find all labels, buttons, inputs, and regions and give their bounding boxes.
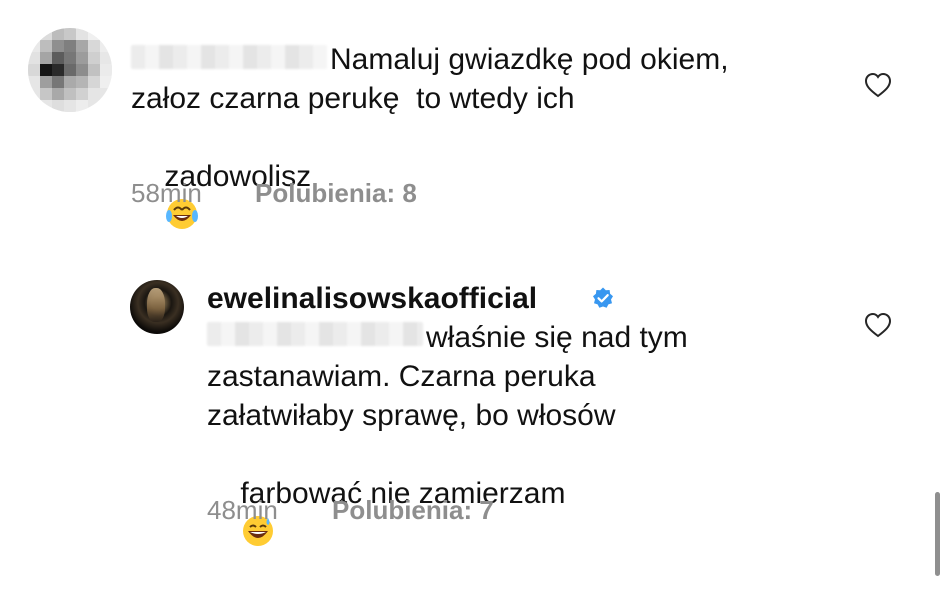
reply-text-line-3: załatwiłaby sprawę, bo włosów (207, 399, 616, 432)
comment-text-line-2: załoz czarna perukę to wtedy ich (131, 82, 575, 115)
avatar[interactable] (130, 280, 184, 334)
comment-likes-button[interactable]: Polubienia: 8 (255, 178, 417, 209)
reply-text-line-1: właśnie się nad tym (426, 321, 688, 354)
scrollbar[interactable] (935, 492, 940, 576)
blurred-username[interactable] (131, 45, 327, 69)
verified-badge-icon (593, 287, 613, 308)
blurred-avatar[interactable] (28, 28, 112, 112)
heart-outline-icon[interactable] (863, 71, 893, 99)
blurred-mention[interactable] (207, 322, 423, 346)
reply-likes-button[interactable]: Polubienia: 7 (332, 495, 494, 526)
heart-outline-icon[interactable] (863, 311, 893, 339)
comment-time: 58min (131, 178, 202, 208)
reply-author[interactable]: ewelinalisowskaofficial (207, 282, 537, 316)
reply-time: 48min (207, 495, 278, 525)
reply-text-line-2: zastanawiam. Czarna peruka (207, 360, 596, 393)
comment-text-line-1: Namaluj gwiazdkę pod okiem, (330, 43, 729, 76)
